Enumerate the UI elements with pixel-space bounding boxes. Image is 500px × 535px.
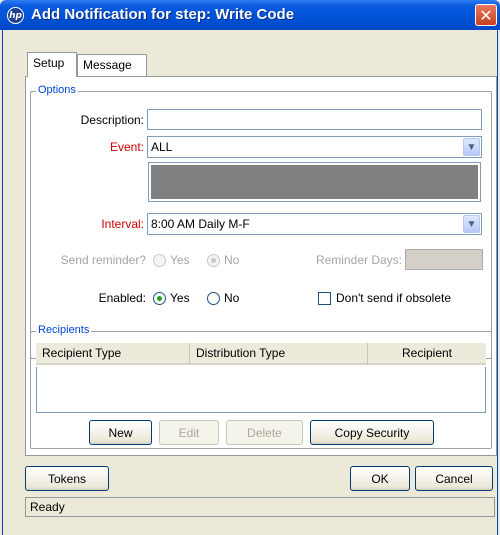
- close-button[interactable]: ✕: [475, 4, 497, 26]
- dont-send-obsolete-label: Don't send if obsolete: [336, 291, 452, 305]
- new-button[interactable]: New: [89, 420, 152, 445]
- interval-select[interactable]: 8:00 AM Daily M-F ▼: [147, 213, 482, 235]
- column-header-distribution-type[interactable]: Distribution Type: [190, 343, 368, 365]
- interval-selected-value: 8:00 AM Daily M-F: [151, 217, 250, 231]
- enabled-no-radio[interactable]: [207, 292, 220, 305]
- dialog-window: hp Add Notification for step: Write Code…: [0, 0, 500, 535]
- description-label: Description:: [80, 113, 144, 127]
- delete-button[interactable]: Delete: [226, 420, 303, 445]
- enabled-no-label: No: [224, 291, 240, 305]
- reminder-days-label: Reminder Days:: [315, 253, 402, 267]
- recipients-table-header: Recipient Type Distribution Type Recipie…: [36, 343, 486, 365]
- reminder-days-input[interactable]: [405, 249, 483, 270]
- event-select[interactable]: ALL ▼: [147, 136, 482, 158]
- event-label: Event:: [109, 140, 144, 154]
- event-detail-box: [148, 162, 481, 202]
- enabled-label: Enabled:: [98, 291, 146, 305]
- send-reminder-yes-radio[interactable]: [153, 254, 166, 267]
- options-legend: Options: [36, 84, 78, 96]
- enabled-yes-label: Yes: [170, 291, 190, 305]
- column-header-recipient[interactable]: Recipient: [368, 343, 486, 365]
- column-header-recipient-type[interactable]: Recipient Type: [36, 343, 190, 365]
- send-reminder-no-label: No: [224, 253, 240, 267]
- chevron-down-icon[interactable]: ▼: [463, 138, 480, 156]
- send-reminder-no-radio[interactable]: [207, 254, 220, 267]
- chevron-down-icon[interactable]: ▼: [463, 215, 480, 233]
- dont-send-obsolete-checkbox[interactable]: [318, 292, 331, 305]
- event-selected-value: ALL: [151, 140, 173, 154]
- edit-button[interactable]: Edit: [159, 420, 219, 445]
- interval-label: Interval:: [101, 217, 144, 231]
- hp-logo-icon: hp: [7, 7, 24, 24]
- copy-security-button[interactable]: Copy Security: [310, 420, 434, 445]
- cancel-button[interactable]: Cancel: [415, 466, 493, 491]
- description-input[interactable]: [147, 109, 482, 130]
- title-bar[interactable]: hp Add Notification for step: Write Code…: [0, 0, 500, 30]
- ok-button[interactable]: OK: [350, 466, 410, 491]
- window-title: Add Notification for step: Write Code: [31, 6, 295, 23]
- tokens-button[interactable]: Tokens: [25, 466, 109, 491]
- recipients-legend: Recipients: [36, 324, 92, 336]
- status-bar: Ready: [25, 497, 495, 517]
- tab-message[interactable]: Message: [77, 54, 147, 76]
- tab-setup[interactable]: Setup: [27, 52, 77, 77]
- client-area: Setup Message Options Description: Event…: [2, 30, 498, 535]
- recipients-table-body[interactable]: [36, 367, 486, 413]
- status-text: Ready: [30, 500, 65, 514]
- send-reminder-yes-label: Yes: [170, 253, 190, 267]
- enabled-yes-radio[interactable]: [153, 292, 166, 305]
- send-reminder-label: Send reminder?: [60, 253, 146, 267]
- setup-panel: Options Description: Event: ALL ▼ Interv…: [25, 76, 497, 456]
